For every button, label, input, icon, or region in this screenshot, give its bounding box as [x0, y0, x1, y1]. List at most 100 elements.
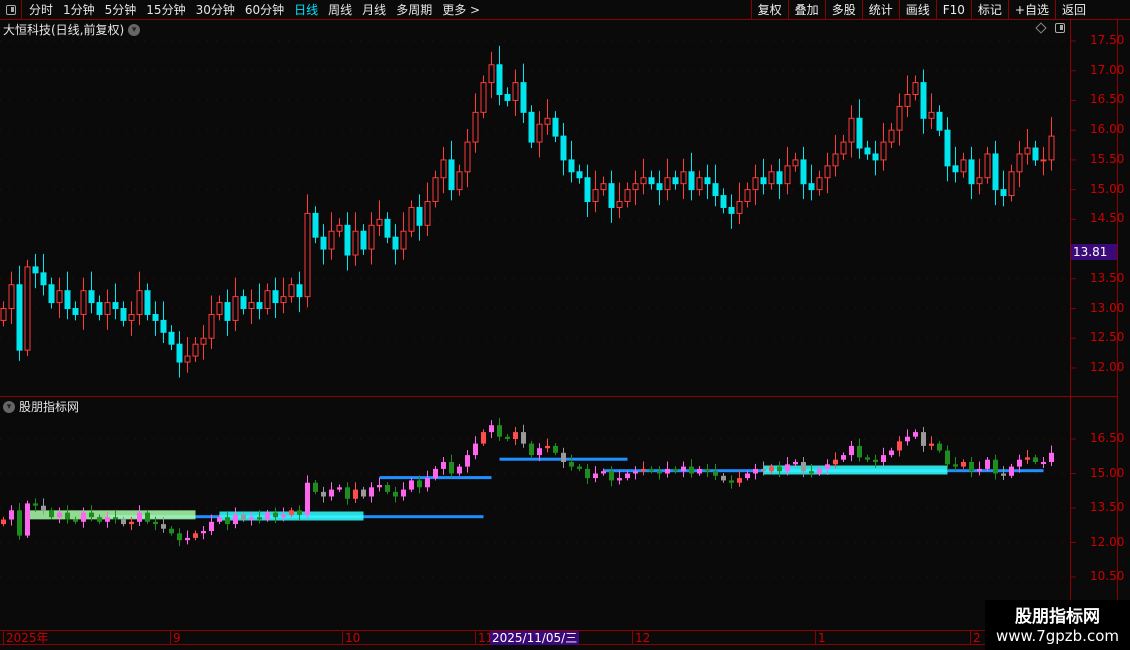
- candle: [8, 284, 15, 310]
- sub-candle: [289, 510, 294, 515]
- candle: [552, 117, 559, 137]
- watermark-url: www.7gpzb.com: [996, 627, 1119, 645]
- candle: [184, 355, 191, 363]
- candle: [704, 177, 711, 185]
- sub-candle: [153, 521, 158, 525]
- candle: [528, 111, 535, 143]
- sub-candle: [817, 468, 822, 474]
- candle: [440, 159, 447, 179]
- candle: [168, 331, 175, 345]
- sub-candle: [105, 517, 110, 522]
- sub-candle: [945, 450, 950, 465]
- sub-candle: [561, 452, 566, 462]
- candle: [736, 201, 743, 214]
- cursor-date-label: 2025/11/05/三: [490, 631, 580, 645]
- sub-candle: [857, 445, 862, 458]
- sub-candle: [897, 441, 902, 451]
- sub-candle: [457, 466, 462, 474]
- sub-candle: [353, 489, 358, 499]
- sub-candle: [497, 425, 502, 437]
- time-axis: 2025年 9 10 11 12 1 2 2025/11/05/三: [0, 630, 1117, 645]
- candlestick-chart[interactable]: [0, 0, 1117, 630]
- candle: [328, 230, 335, 250]
- sub-candle: [1017, 459, 1022, 467]
- candle: [64, 290, 71, 310]
- sub-candle: [577, 466, 582, 469]
- candle: [56, 290, 63, 304]
- sub-candle: [529, 443, 534, 456]
- sub-candle: [809, 471, 814, 474]
- candle: [800, 159, 807, 185]
- candle: [928, 111, 935, 119]
- candle: [32, 266, 39, 274]
- sub-candle: [985, 459, 990, 469]
- candle: [872, 153, 879, 161]
- candle: [712, 183, 719, 197]
- sub-candle: [1009, 466, 1014, 476]
- sub-candle: [201, 531, 206, 534]
- candle: [1040, 159, 1047, 162]
- candle: [96, 302, 103, 315]
- sub-candle: [1049, 452, 1054, 462]
- candle: [880, 141, 887, 161]
- sub-candle: [1033, 457, 1038, 462]
- candle: [560, 135, 567, 161]
- candle: [568, 159, 575, 173]
- sub-candle: [161, 524, 166, 529]
- candle: [752, 177, 759, 191]
- sub-candle: [65, 512, 70, 520]
- candle: [480, 82, 487, 113]
- sub-candle: [481, 432, 486, 444]
- sub-candle: [641, 468, 646, 472]
- candle: [144, 290, 151, 315]
- time-tick-label: 2025年: [3, 631, 49, 645]
- sub-candle: [313, 482, 318, 492]
- candle: [960, 159, 967, 173]
- sub-candle: [305, 482, 310, 515]
- candle: [272, 290, 279, 304]
- candle: [456, 171, 463, 191]
- candle: [256, 302, 263, 310]
- sub-candle: [433, 468, 438, 479]
- candle: [192, 343, 199, 357]
- sub-candle: [713, 471, 718, 476]
- candle: [624, 189, 631, 203]
- candle: [832, 153, 839, 167]
- sub-candle: [441, 462, 446, 469]
- candle: [472, 111, 479, 143]
- sub-candle: [337, 487, 342, 490]
- sub-candle: [345, 487, 350, 499]
- price-tick-label: 15.50: [1090, 151, 1125, 166]
- sub-candle: [961, 462, 966, 467]
- price-tick-label: 12.00: [1090, 359, 1125, 374]
- candle: [400, 230, 407, 250]
- sub-candle: [361, 489, 366, 497]
- candle: [952, 165, 959, 173]
- candle: [920, 82, 927, 119]
- sub-candle: [217, 517, 222, 522]
- time-tick-label: 12: [632, 631, 650, 645]
- panel-divider[interactable]: [0, 396, 1117, 397]
- candle: [912, 82, 919, 96]
- sub-candle: [601, 471, 606, 474]
- candle: [312, 212, 319, 238]
- sub-candle: [329, 489, 334, 497]
- sub-candle: [849, 445, 854, 456]
- candle: [136, 290, 143, 315]
- candle: [16, 284, 23, 351]
- candle: [496, 64, 503, 96]
- price-axis-line: [1070, 20, 1071, 645]
- candle: [152, 313, 159, 321]
- sub-candle: [193, 533, 198, 538]
- sub-candle: [705, 468, 710, 472]
- sub-candle: [969, 462, 974, 472]
- sub-candle: [761, 468, 766, 472]
- candle: [888, 129, 895, 143]
- sub-candle: [225, 517, 230, 525]
- sub-candle: [465, 455, 470, 467]
- sub-candle: [545, 445, 550, 449]
- sub-candle: [233, 514, 238, 525]
- candle: [688, 171, 695, 191]
- sub-candle: [729, 480, 734, 483]
- candle: [80, 290, 87, 315]
